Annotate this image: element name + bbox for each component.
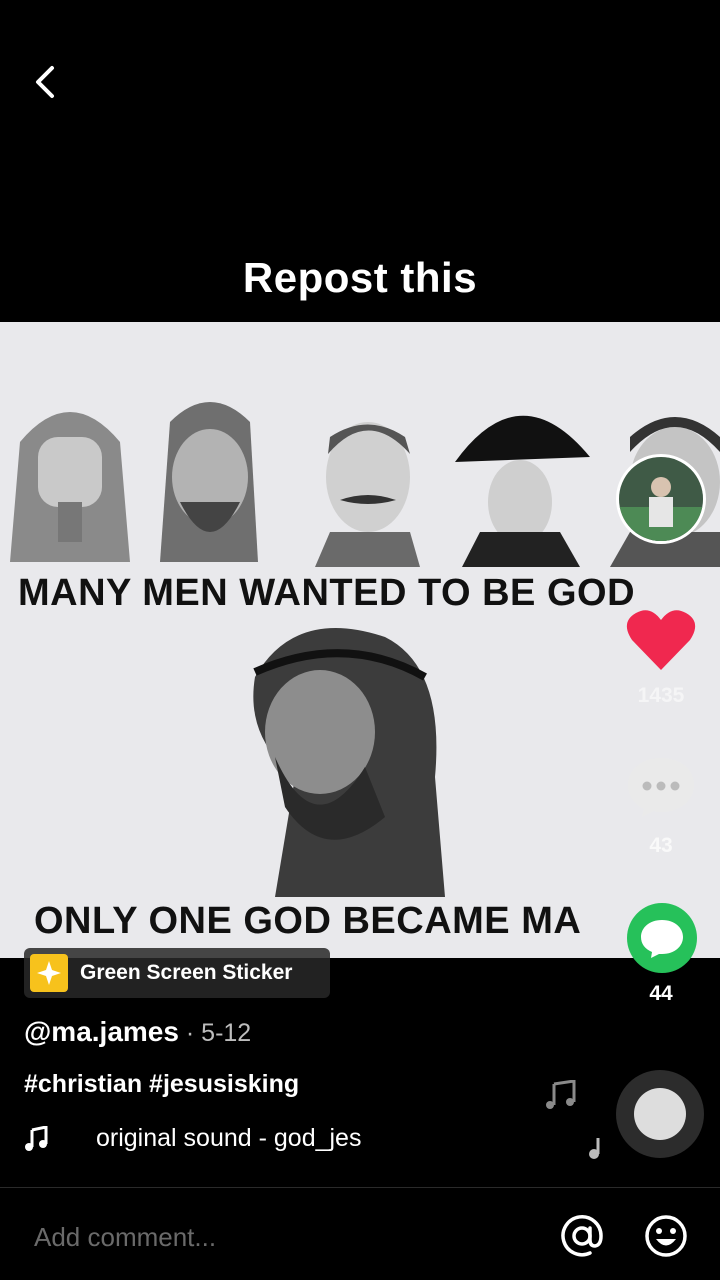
bicorne-man-portrait [455, 415, 590, 567]
floating-note-small-icon [589, 1138, 600, 1159]
sticker-label: Green Screen Sticker [80, 961, 293, 984]
jesus-portrait [253, 628, 445, 897]
sound-title: original sound - god_jes [96, 1124, 362, 1152]
username-text[interactable]: @ma.james [24, 1016, 179, 1047]
music-note-icon [25, 1125, 48, 1151]
post-hashtags[interactable]: #christian #jesusisking [24, 1070, 299, 1099]
like-count: 1435 [637, 684, 685, 707]
meme-text-line-2: ONLY ONE GOD BECAME MA [34, 900, 582, 942]
floating-note-icon [546, 1080, 576, 1109]
post-username[interactable]: @ma.james · 5-12 [24, 1016, 251, 1048]
back-icon[interactable] [22, 58, 70, 106]
sparkle-icon [30, 954, 68, 992]
green-screen-sticker-badge[interactable]: Green Screen Sticker [24, 948, 330, 998]
share-icon[interactable] [626, 902, 698, 974]
comment-count: 43 [649, 834, 673, 857]
share-count: 44 [649, 982, 673, 1005]
at-icon[interactable] [560, 1214, 604, 1258]
divider [0, 1187, 720, 1188]
video-caption: Repost this [242, 254, 478, 301]
video-frame[interactable]: MANY MEN WANTED TO BE GOD ONLY ONE GOD B… [0, 322, 720, 958]
post-date: · 5-12 [178, 1019, 252, 1047]
meme-text-line-1: MANY MEN WANTED TO BE GOD [18, 572, 636, 614]
creator-avatar[interactable] [616, 454, 706, 544]
pharaoh-portrait [10, 412, 130, 562]
warrior-portrait [160, 402, 258, 562]
heart-icon[interactable] [626, 608, 696, 672]
music-disc-cover [634, 1088, 686, 1140]
sound-row[interactable]: original sound - god_jes [24, 1124, 396, 1153]
mustache-man-portrait [315, 422, 420, 567]
add-comment-input[interactable]: Add comment... [34, 1222, 216, 1253]
portraits-row [10, 402, 720, 567]
emoji-icon[interactable] [644, 1214, 688, 1258]
music-disc[interactable] [616, 1070, 704, 1158]
comment-icon[interactable] [626, 756, 696, 818]
